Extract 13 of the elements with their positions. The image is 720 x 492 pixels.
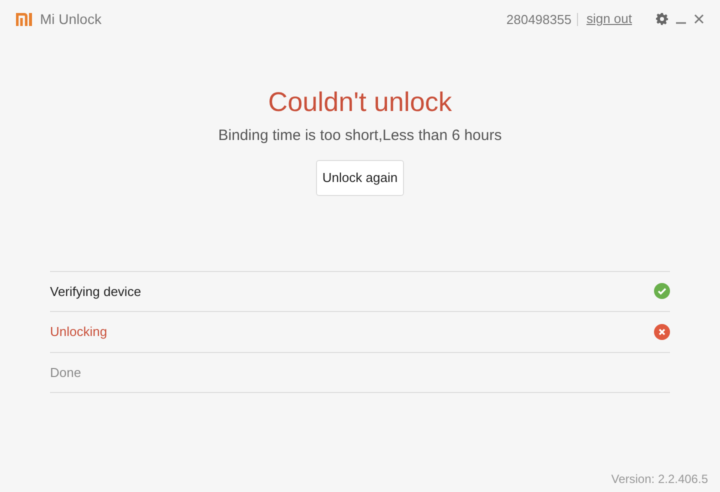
step-label: Unlocking: [50, 323, 108, 341]
account-id: 280498355: [506, 12, 578, 26]
version-label: Version: 2.2.406.5: [611, 471, 708, 488]
settings-icon[interactable]: [656, 13, 668, 25]
unlock-again-button[interactable]: Unlock again: [316, 160, 404, 196]
result-message: Binding time is too short,Less than 6 hours: [218, 126, 502, 146]
step-label: Done: [50, 364, 82, 382]
sign-out-link[interactable]: sign out: [586, 9, 632, 29]
result-title: Couldn't unlock: [268, 86, 452, 119]
close-icon[interactable]: [694, 14, 704, 24]
step-label: Verifying device: [50, 282, 142, 301]
logo-icon: [16, 12, 32, 26]
window-title: Mi Unlock: [40, 10, 102, 28]
